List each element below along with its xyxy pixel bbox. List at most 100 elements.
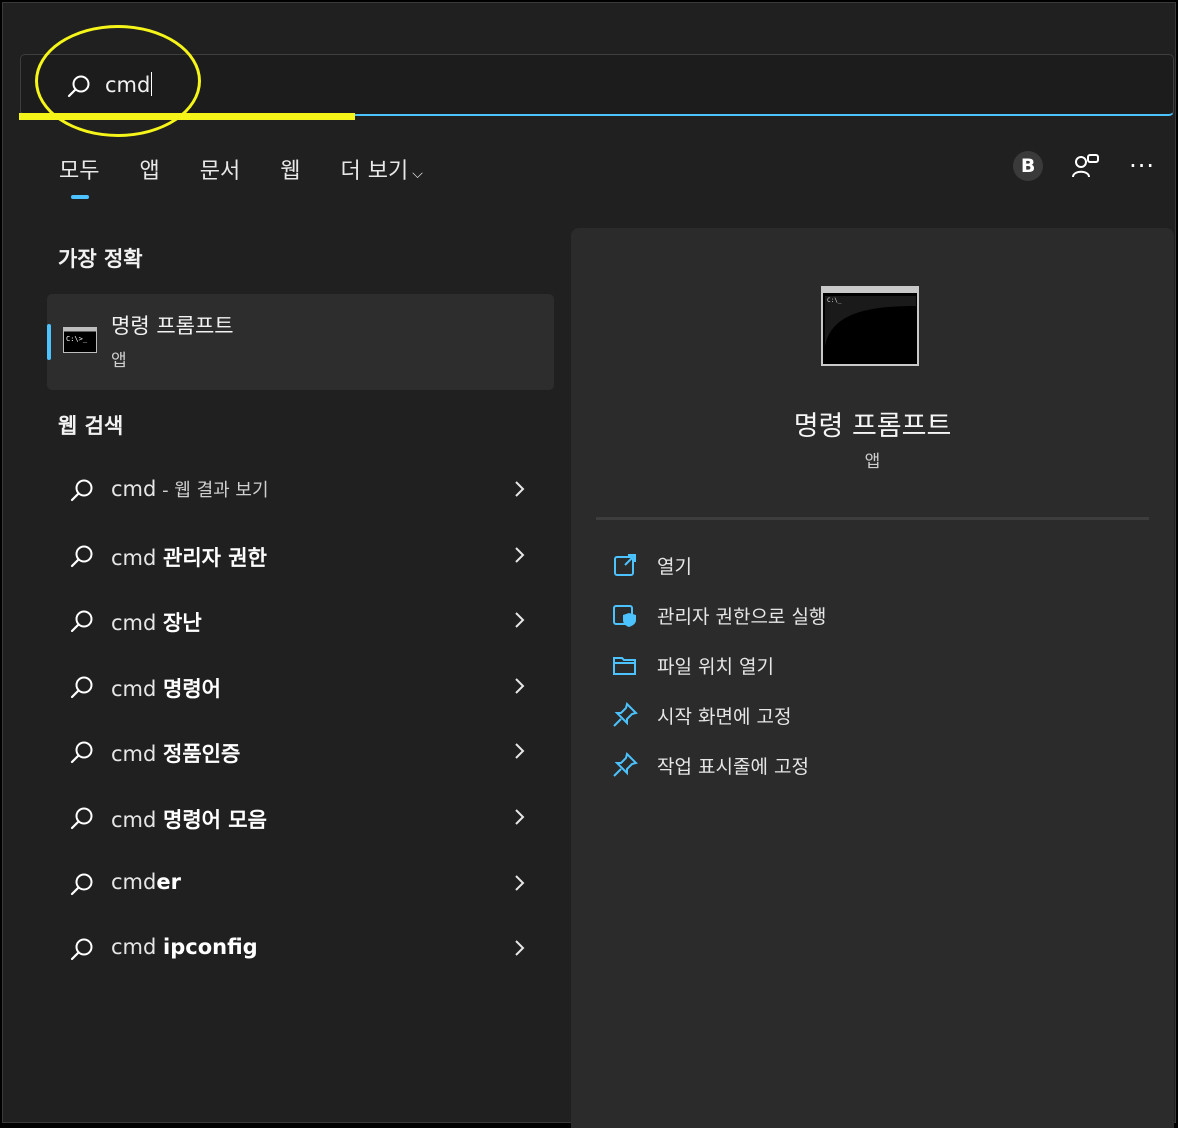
web-search-text: cmd 명령어 모음 <box>111 804 267 834</box>
command-prompt-icon: C:\>_ <box>63 327 97 353</box>
web-search-item[interactable]: cmd - 웹 결과 보기 <box>47 458 554 524</box>
web-search-item[interactable]: cmd 장난 <box>47 589 554 655</box>
web-search-item[interactable]: cmd 명령어 <box>47 655 554 721</box>
divider <box>596 517 1149 520</box>
query-suggestion: 정품인증 <box>163 742 241 767</box>
tab-label: 웹 <box>280 159 301 184</box>
web-search-text: cmd 관리자 권한 <box>111 542 267 572</box>
query-prefix: cmd <box>111 869 157 894</box>
query-prefix: cmd <box>111 676 164 701</box>
action-label: 시작 화면에 고정 <box>657 705 792 728</box>
chevron-right-icon <box>515 809 525 825</box>
web-search-item[interactable]: cmd ipconfig <box>47 917 554 983</box>
folder-icon <box>613 657 636 675</box>
chevron-right-icon <box>515 481 525 497</box>
web-search-item[interactable]: cmder <box>47 852 554 918</box>
search-icon <box>70 479 93 502</box>
details-panel: C:\_ 명령 프롬프트 앱 열기 관리자 권한으로 실행 파일 위치 열기 시… <box>571 228 1174 1128</box>
search-icon <box>70 610 93 633</box>
search-icon <box>70 938 93 961</box>
web-search-item[interactable]: cmd 명령어 모음 <box>47 786 554 852</box>
admin-shield-icon <box>613 605 636 627</box>
chevron-right-icon <box>515 678 525 694</box>
highlight-underline <box>19 113 355 120</box>
more-options-icon[interactable]: ··· <box>1129 154 1155 178</box>
search-box[interactable]: cmd <box>20 54 1174 116</box>
best-match-heading: 가장 정확 <box>58 247 143 271</box>
tab-all[interactable]: 모두 <box>59 153 100 199</box>
action-open[interactable]: 열기 <box>611 540 826 590</box>
search-icon <box>70 676 93 698</box>
command-prompt-large-icon: C:\_ <box>821 286 919 366</box>
search-icon <box>70 545 93 567</box>
text-caret <box>151 72 153 96</box>
query-prefix: cmd <box>111 807 164 832</box>
query-suggestion: er <box>156 869 181 894</box>
svg-text:C:\_: C:\_ <box>827 297 842 304</box>
details-app-name: 명령 프롬프트 <box>793 411 952 442</box>
chevron-right-icon <box>515 874 525 891</box>
filter-tabs: 모두 앱 문서 웹 더 보기 ⌵ <box>59 153 463 199</box>
search-icon <box>70 807 93 830</box>
query-prefix: cmd <box>111 611 164 636</box>
search-input[interactable]: cmd <box>105 72 153 97</box>
chevron-right-icon <box>515 743 525 760</box>
web-search-item[interactable]: cmd 관리자 권한 <box>47 524 554 590</box>
query-suggestion: 관리자 권한 <box>163 545 267 570</box>
query-suggestion: 명령어 <box>163 676 221 701</box>
query-prefix: cmd <box>111 477 157 501</box>
chevron-right-icon <box>515 940 525 956</box>
chevron-right-icon <box>515 546 525 563</box>
chevron-right-icon <box>515 612 525 628</box>
open-external-icon <box>614 554 636 576</box>
switch-account-icon[interactable] <box>1071 152 1101 180</box>
query-suggestion: 장난 <box>163 611 202 636</box>
web-search-text: cmd 장난 <box>111 607 202 637</box>
search-icon <box>70 741 93 764</box>
best-match-type: 앱 <box>111 351 127 371</box>
action-label: 파일 위치 열기 <box>657 655 774 678</box>
search-icon <box>67 75 90 98</box>
query-suggestion: ipconfig <box>163 935 258 960</box>
web-search-text: cmd 명령어 <box>111 673 221 703</box>
account-avatar[interactable]: B <box>1013 151 1044 181</box>
tab-web[interactable]: 웹 <box>280 153 300 185</box>
avatar-initial: B <box>1020 155 1036 177</box>
web-search-text: cmd ipconfig <box>111 935 258 959</box>
web-search-item[interactable]: cmd 정품인증 <box>47 720 554 786</box>
tab-documents[interactable]: 문서 <box>200 153 240 185</box>
action-label: 열기 <box>657 555 692 578</box>
header-actions: B ··· <box>985 151 1155 181</box>
tab-apps[interactable]: 앱 <box>139 153 159 185</box>
tab-more[interactable]: 더 보기 ⌵ <box>340 153 422 185</box>
svg-text:C:\>_: C:\>_ <box>66 335 88 343</box>
action-pin-to-taskbar[interactable]: 작업 표시줄에 고정 <box>611 740 826 790</box>
action-label: 작업 표시줄에 고정 <box>657 755 809 778</box>
web-search-text: cmd 정품인증 <box>111 738 240 768</box>
pin-icon <box>613 702 638 727</box>
query-prefix: cmd <box>111 935 164 960</box>
action-open-file-location[interactable]: 파일 위치 열기 <box>611 640 826 690</box>
query-suffix: - 웹 결과 보기 <box>156 480 269 501</box>
tab-label: 문서 <box>199 159 241 184</box>
details-actions: 열기 관리자 권한으로 실행 파일 위치 열기 시작 화면에 고정 작업 표시줄… <box>611 540 826 790</box>
best-match-item[interactable]: C:\>_ 명령 프롬프트 앱 <box>47 294 554 390</box>
web-search-text: cmder <box>111 870 181 894</box>
chevron-down-icon: ⌵ <box>412 166 423 182</box>
action-run-as-admin[interactable]: 관리자 권한으로 실행 <box>611 590 826 640</box>
details-app-type: 앱 <box>864 452 881 472</box>
action-pin-to-start[interactable]: 시작 화면에 고정 <box>611 690 826 740</box>
search-icon <box>70 873 93 895</box>
web-search-heading: 웹 검색 <box>58 414 124 438</box>
query-prefix: cmd <box>111 545 164 570</box>
query-suggestion: 명령어 모음 <box>163 807 267 832</box>
tab-label: 더 보기 <box>340 159 409 184</box>
query-prefix: cmd <box>111 742 164 767</box>
action-label: 관리자 권한으로 실행 <box>657 605 827 628</box>
tab-label: 앱 <box>139 159 160 184</box>
search-query: cmd <box>105 73 151 97</box>
tab-label: 모두 <box>59 159 100 184</box>
web-search-text: cmd - 웹 결과 보기 <box>111 476 269 502</box>
selection-indicator <box>47 324 51 360</box>
web-search-list: cmd - 웹 결과 보기 cmd 관리자 권한 cmd 장난 cmd 명령어 cmd … <box>47 458 554 983</box>
